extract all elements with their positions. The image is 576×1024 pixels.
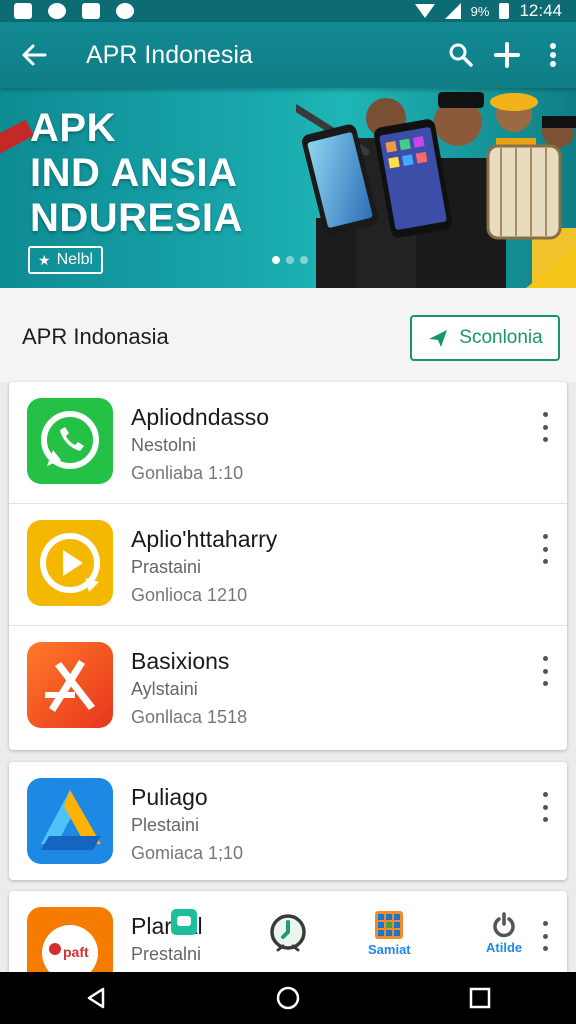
app-list-item[interactable]: Basixions Aylstaini Gonllaca 1518 [9,626,567,748]
chat-icon [171,909,197,935]
tab-label: Samiat [368,942,411,957]
app-name: Basixions [131,648,230,674]
more-vert-icon [550,43,556,67]
app-subtitle: Prestalni [131,944,202,964]
app-meta: Gonlioca 1210 [131,585,248,605]
drive-icon [27,778,113,864]
app-list-card: Apliodndasso Nestolni Gonliaba 1:10 Apli… [9,382,567,750]
more-options-button[interactable] [535,412,555,442]
app-meta: Gomiaca 1;10 [131,843,244,863]
app-meta: Gonliaba 1:10 [131,463,244,483]
more-options-button[interactable] [535,921,555,951]
app-list-item[interactable]: Puliago Plestaini Gomiaca 1;10 [9,762,567,880]
banner-headline-1: APK [30,106,116,150]
clock-time: 12:44 [519,1,562,20]
app-list-item[interactable]: Aplio'httaharry Prastaini Gonlioca 1210 [9,504,567,626]
system-icons: 9% 12:44 [414,1,562,21]
add-button[interactable] [484,22,530,88]
app-name: Apliodndasso [131,404,270,430]
app-name: Aplio'httaharry [131,526,278,552]
tab-chat[interactable] [170,908,198,936]
back-button[interactable] [0,22,68,88]
search-icon [449,43,473,67]
triangle-back-icon [87,987,105,1009]
nav-recents-button[interactable] [450,972,510,1024]
battery-percent: 9% [470,3,490,19]
section-action-button[interactable]: Sconlonia [410,315,560,361]
clock-icon [270,914,306,952]
banner-button[interactable]: ★ Nelbl [28,246,104,274]
section-title: APR Indonasia [22,324,169,349]
notification-icons [14,3,134,19]
battery-icon [499,3,510,19]
notification-icon [116,3,134,19]
system-navigation-bar [0,972,576,1024]
app-subtitle: Prastaini [131,557,202,577]
app-meta: Gonllaca 1518 [131,707,248,727]
wifi-icon [414,4,435,18]
tab-label: Atilde [486,940,523,955]
plus-icon [494,42,520,68]
nav-back-button[interactable] [66,972,126,1024]
star-icon: ★ [38,251,51,268]
more-options-button[interactable] [535,534,555,564]
app-list-item[interactable]: Apliodndasso Nestolni Gonliaba 1:10 [9,382,567,504]
square-recents-icon [469,987,491,1009]
send-icon [429,330,448,347]
more-options-button[interactable] [535,656,555,686]
overflow-menu-button[interactable] [530,22,576,88]
banner-ribbon [0,119,34,155]
notification-icon [48,3,66,19]
signal-icon [444,3,461,19]
banner-button-label: Nelbl [56,251,94,268]
banner-pager [272,256,308,264]
play-refresh-icon [27,520,113,606]
search-button[interactable] [438,22,484,88]
tab-samiat[interactable]: Samiat [368,910,411,957]
circle-home-icon [276,986,300,1010]
notification-icon [82,3,100,19]
banner-headline-3: NDURESIA [30,196,243,240]
arrow-left-icon [22,44,47,66]
x-logo-icon [27,642,113,728]
toolbar-title: APR Indonesia [86,40,253,69]
nav-home-button[interactable] [258,972,318,1024]
svg-text:paft: paft [63,944,89,960]
status-bar: 9% 12:44 [0,0,576,22]
power-icon [493,912,515,938]
app-root: 9% 12:44 APR Indonesia APK IND ANSIA NDU… [0,0,576,1024]
pager-dot[interactable] [300,256,308,264]
app-name: Puliago [131,784,208,810]
section-header: APR Indonasia Sconlonia [0,288,576,382]
app-list-card: Puliago Plestaini Gomiaca 1;10 [9,762,567,880]
app-subtitle: Plestaini [131,815,200,835]
grid-icon [375,911,404,939]
pager-dot[interactable] [286,256,294,264]
app-subtitle: Nestolni [131,435,197,455]
banner-headline-2: IND ANSIA [30,151,238,195]
tab-atilde[interactable]: Atilde [486,912,522,955]
more-options-button[interactable] [535,792,555,822]
banner-people-image [296,92,576,288]
section-action-label: Sconlonia [459,327,543,348]
notification-icon [14,3,32,19]
pager-dot[interactable] [272,256,280,264]
app-subtitle: Aylstaini [131,679,198,699]
app-toolbar: APR Indonesia [0,22,576,88]
tab-history[interactable] [268,912,308,954]
whatsapp-icon [27,398,113,484]
